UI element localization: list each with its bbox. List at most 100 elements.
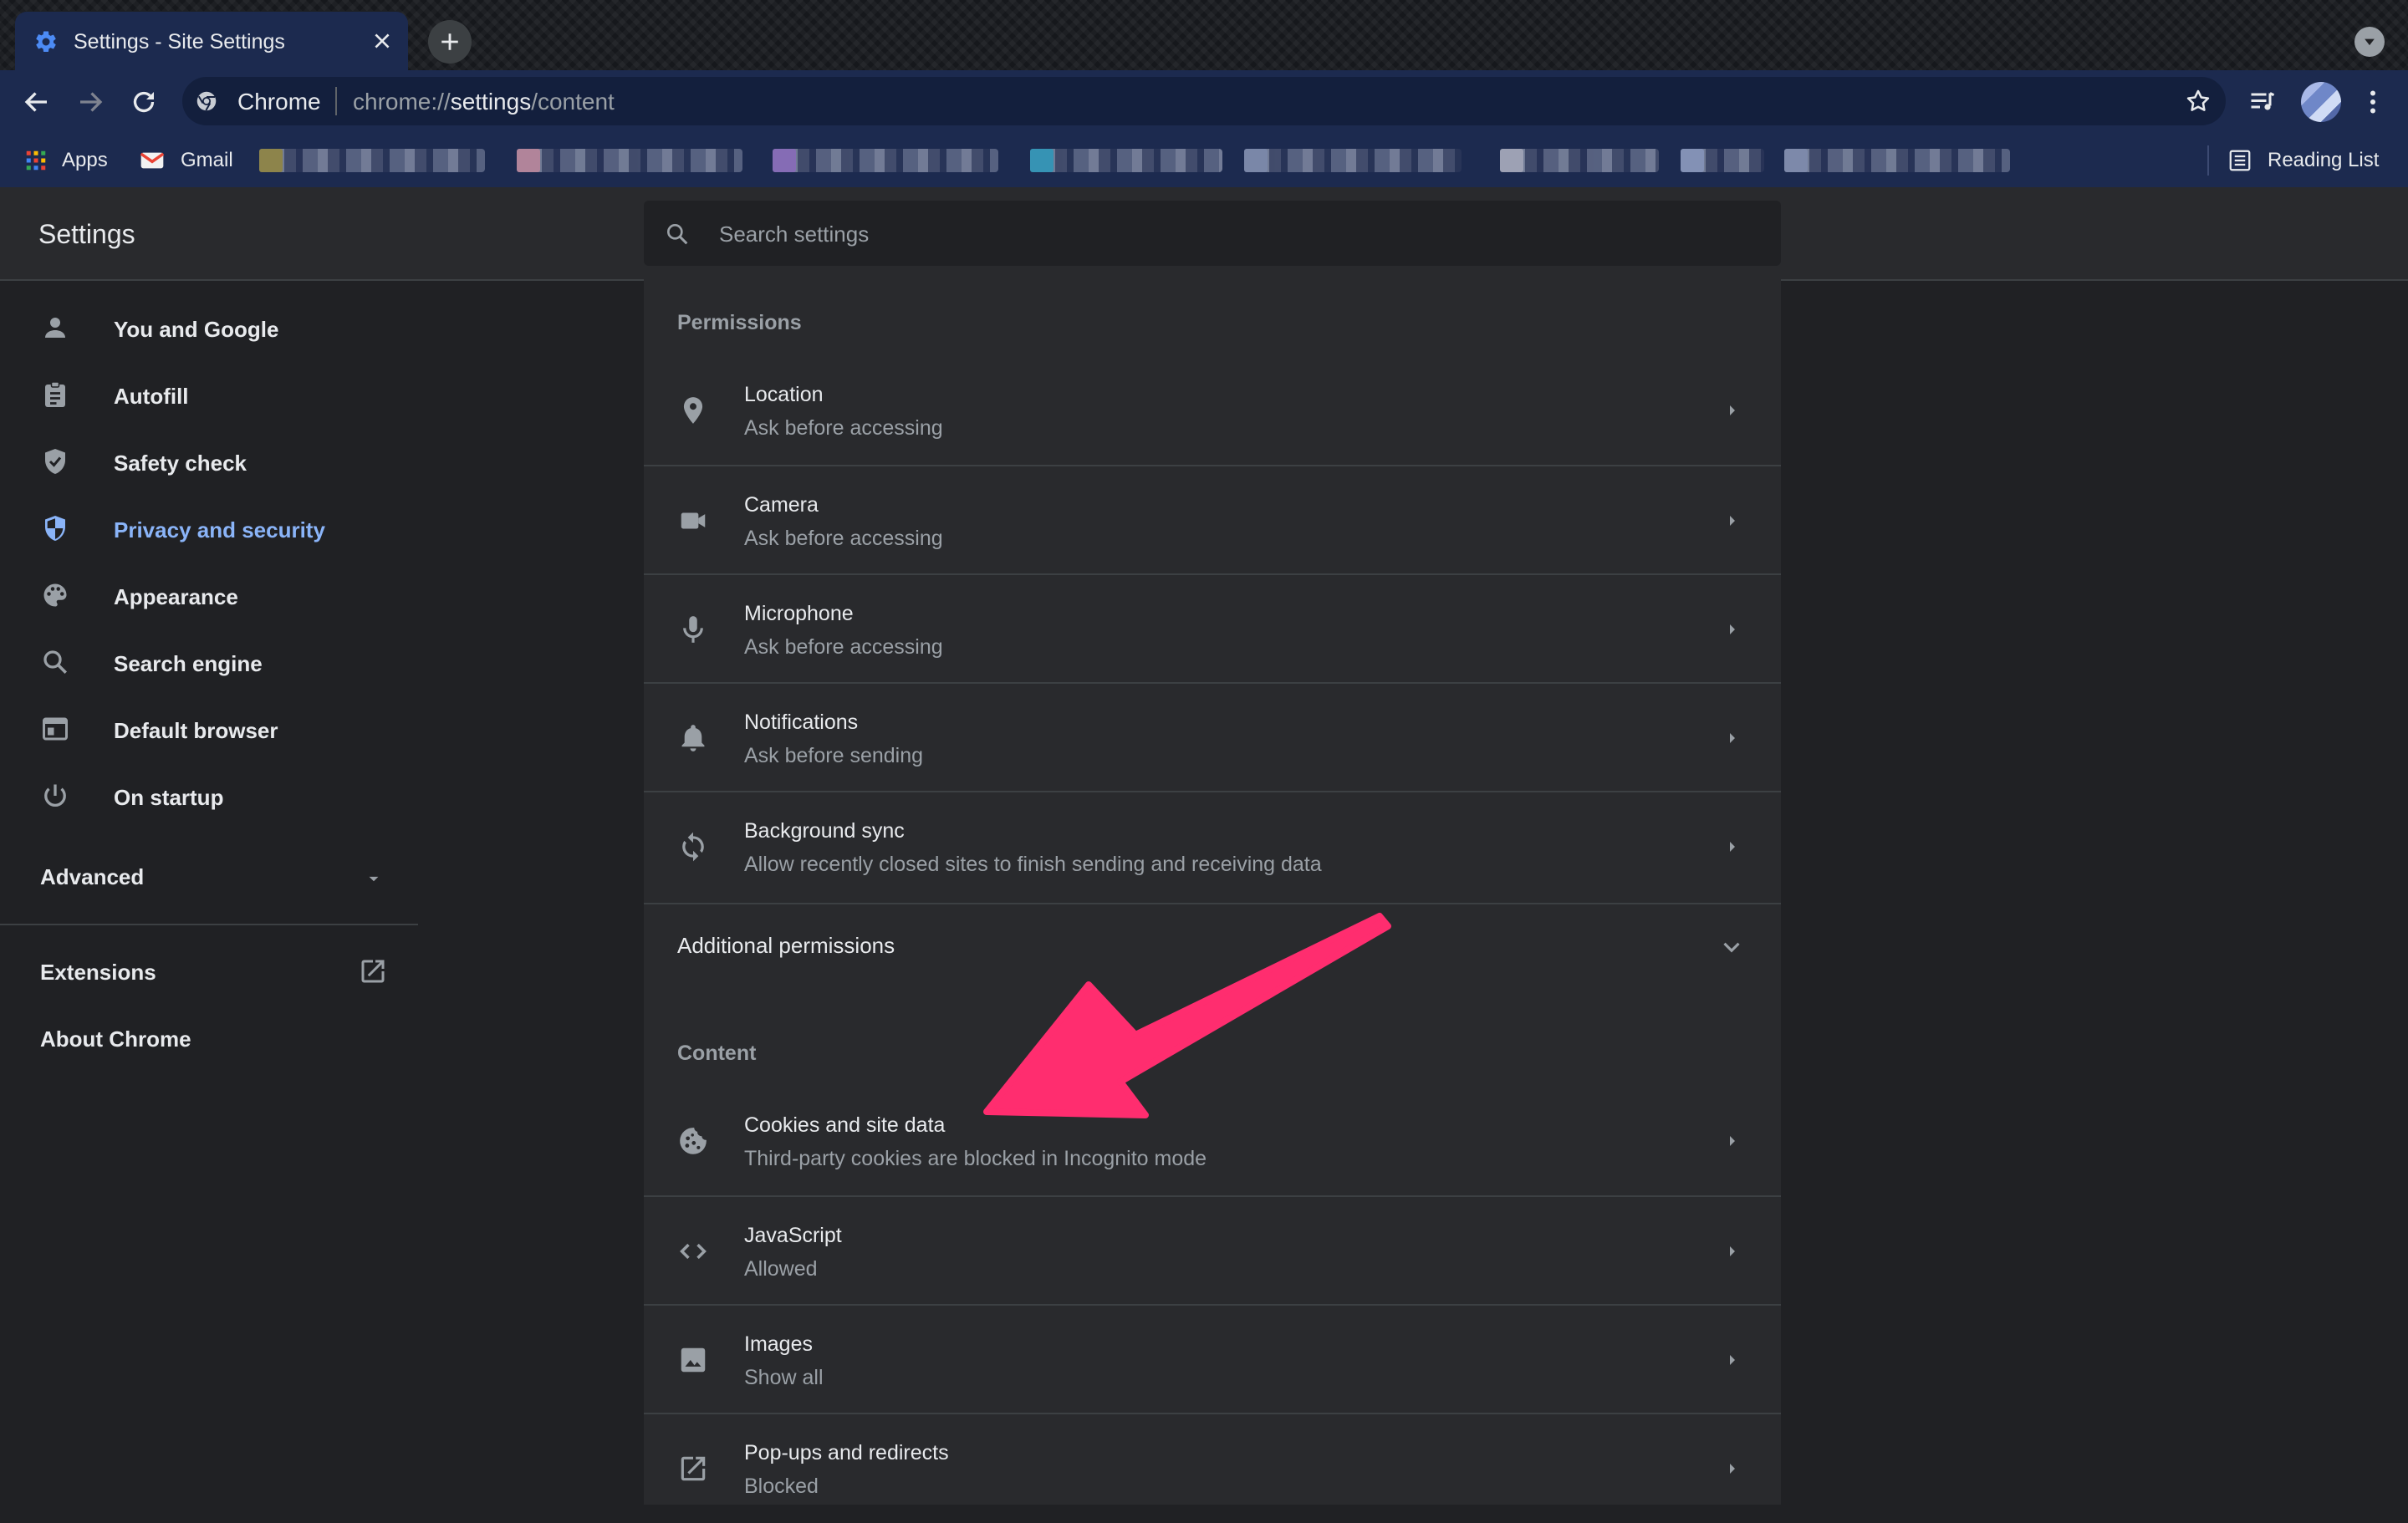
bookmark-redacted[interactable] [773, 149, 998, 172]
permission-row-notifications[interactable]: Notifications Ask before sending [644, 682, 1781, 792]
open-in-new-icon [358, 956, 388, 986]
sidebar-advanced-toggle[interactable]: Advanced [0, 843, 418, 909]
permission-row-camera[interactable]: Camera Ask before accessing [644, 465, 1781, 575]
bookmark-redacted[interactable] [259, 149, 485, 172]
additional-permissions-toggle[interactable]: Additional permissions [644, 903, 1781, 985]
open-in-new-icon [677, 1453, 709, 1485]
sidebar-item-label: Privacy and security [114, 517, 325, 542]
row-subtitle: Allow recently closed sites to finish se… [744, 853, 1322, 876]
settings-search-box[interactable] [644, 201, 1781, 266]
sidebar-item-privacy-and-security[interactable]: Privacy and security [0, 495, 418, 562]
sidebar-item-on-startup[interactable]: On startup [0, 762, 418, 829]
bookmark-redacted[interactable] [1784, 149, 2010, 172]
media-queue-icon[interactable] [2247, 87, 2278, 117]
permission-row-microphone[interactable]: Microphone Ask before accessing [644, 573, 1781, 684]
sidebar-item-label: Search engine [114, 651, 263, 676]
sidebar-item-about-chrome[interactable]: About Chrome [0, 1005, 418, 1072]
tab-search-button[interactable] [2354, 27, 2385, 57]
sidebar-item-default-browser[interactable]: Default browser [0, 695, 418, 762]
address-bar[interactable]: Chrome chrome://settings/content [182, 77, 2226, 125]
tab-strip: Settings - Site Settings [0, 0, 2408, 70]
content-row-javascript[interactable]: JavaScript Allowed [644, 1195, 1781, 1306]
permission-row-background-sync[interactable]: Background sync Allow recently closed si… [644, 791, 1781, 901]
sidebar-item-label: Autofill [114, 384, 189, 409]
extensions-label: Extensions [40, 960, 156, 985]
plus-icon [441, 33, 458, 50]
arrow-right-icon [1722, 400, 1742, 420]
row-title: Location [744, 383, 824, 406]
new-tab-button[interactable] [428, 20, 472, 64]
search-input[interactable] [717, 214, 1758, 254]
chrome-icon [194, 89, 219, 114]
sidebar-item-you-and-google[interactable]: You and Google [0, 294, 418, 361]
content-row-images[interactable]: Images Show all [644, 1304, 1781, 1414]
sidebar-item-safety-check[interactable]: Safety check [0, 428, 418, 495]
row-subtitle: Ask before sending [744, 744, 924, 767]
gmail-icon [139, 147, 166, 174]
bookmark-redacted[interactable] [517, 149, 742, 172]
profile-avatar[interactable] [2301, 82, 2341, 122]
reload-icon[interactable] [129, 87, 159, 117]
bookmark-redacted[interactable] [1500, 149, 1659, 172]
location-pin-icon [677, 395, 709, 426]
sidebar-item-label: On startup [114, 785, 224, 810]
bell-icon [677, 722, 709, 754]
url-host: settings [450, 89, 532, 115]
back-arrow-icon[interactable] [22, 87, 52, 117]
row-title: Pop-ups and redirects [744, 1441, 949, 1464]
forward-arrow-icon[interactable] [75, 87, 105, 117]
apps-grid-icon [23, 148, 48, 173]
content-heading: Content [677, 1042, 757, 1065]
cookie-icon [677, 1125, 709, 1157]
browser-toolbar: Chrome chrome://settings/content [0, 70, 2408, 134]
sidebar-item-search-engine[interactable]: Search engine [0, 629, 418, 695]
tab-title: Settings - Site Settings [74, 30, 285, 53]
browser-tab-settings[interactable]: Settings - Site Settings [15, 12, 408, 70]
code-icon [677, 1235, 709, 1267]
row-subtitle: Blocked [744, 1475, 819, 1498]
sync-icon [677, 831, 709, 863]
address-separator [335, 87, 337, 115]
sidebar-item-extensions[interactable]: Extensions [0, 938, 418, 1005]
sidebar-item-appearance[interactable]: Appearance [0, 562, 418, 629]
more-menu-icon[interactable] [2358, 87, 2388, 117]
site-chip-label: Chrome [237, 89, 321, 115]
row-subtitle: Ask before accessing [744, 527, 943, 550]
image-icon [677, 1344, 709, 1376]
bookmark-gmail[interactable]: Gmail [139, 147, 233, 174]
shield-check-icon [40, 446, 70, 476]
arrow-right-icon [1722, 1131, 1742, 1151]
row-title: Background sync [744, 819, 905, 843]
bookmark-apps[interactable]: Apps [23, 147, 108, 174]
row-subtitle: Ask before accessing [744, 416, 943, 440]
bookmark-apps-label: Apps [62, 149, 108, 171]
browser-window-icon [40, 714, 70, 744]
arrow-right-icon [1722, 619, 1742, 639]
row-title: Cookies and site data [744, 1113, 946, 1137]
row-title: Camera [744, 493, 819, 517]
bookmark-redacted[interactable] [1030, 149, 1222, 172]
sidebar-divider [0, 924, 418, 925]
content-row-popups[interactable]: Pop-ups and redirects Blocked [644, 1413, 1781, 1523]
advanced-label: Advanced [40, 864, 145, 889]
arrow-right-icon [1722, 511, 1742, 531]
permission-row-location[interactable]: Location Ask before accessing [644, 356, 1781, 465]
reading-list-button[interactable]: Reading List [2227, 147, 2379, 174]
power-icon [40, 781, 70, 811]
sidebar-item-label: Appearance [114, 584, 238, 609]
bookmark-gmail-label: Gmail [181, 149, 233, 171]
bookmark-redacted[interactable] [1244, 149, 1462, 172]
person-icon [40, 313, 70, 343]
page-title: Settings [38, 219, 135, 249]
sidebar-item-autofill[interactable]: Autofill [0, 361, 418, 428]
bookmark-redacted[interactable] [1681, 149, 1764, 172]
shield-half-icon [40, 513, 70, 543]
reading-list-label: Reading List [2268, 149, 2380, 171]
close-icon[interactable] [371, 30, 393, 52]
bookmark-star-icon[interactable] [2184, 87, 2212, 115]
bookmarks-divider [2207, 145, 2209, 176]
content-row-cookies[interactable]: Cookies and site data Third-party cookie… [644, 1087, 1781, 1195]
url-text[interactable]: chrome://settings/content [353, 89, 615, 115]
row-title: JavaScript [744, 1224, 842, 1247]
arrow-right-icon [1722, 837, 1742, 857]
